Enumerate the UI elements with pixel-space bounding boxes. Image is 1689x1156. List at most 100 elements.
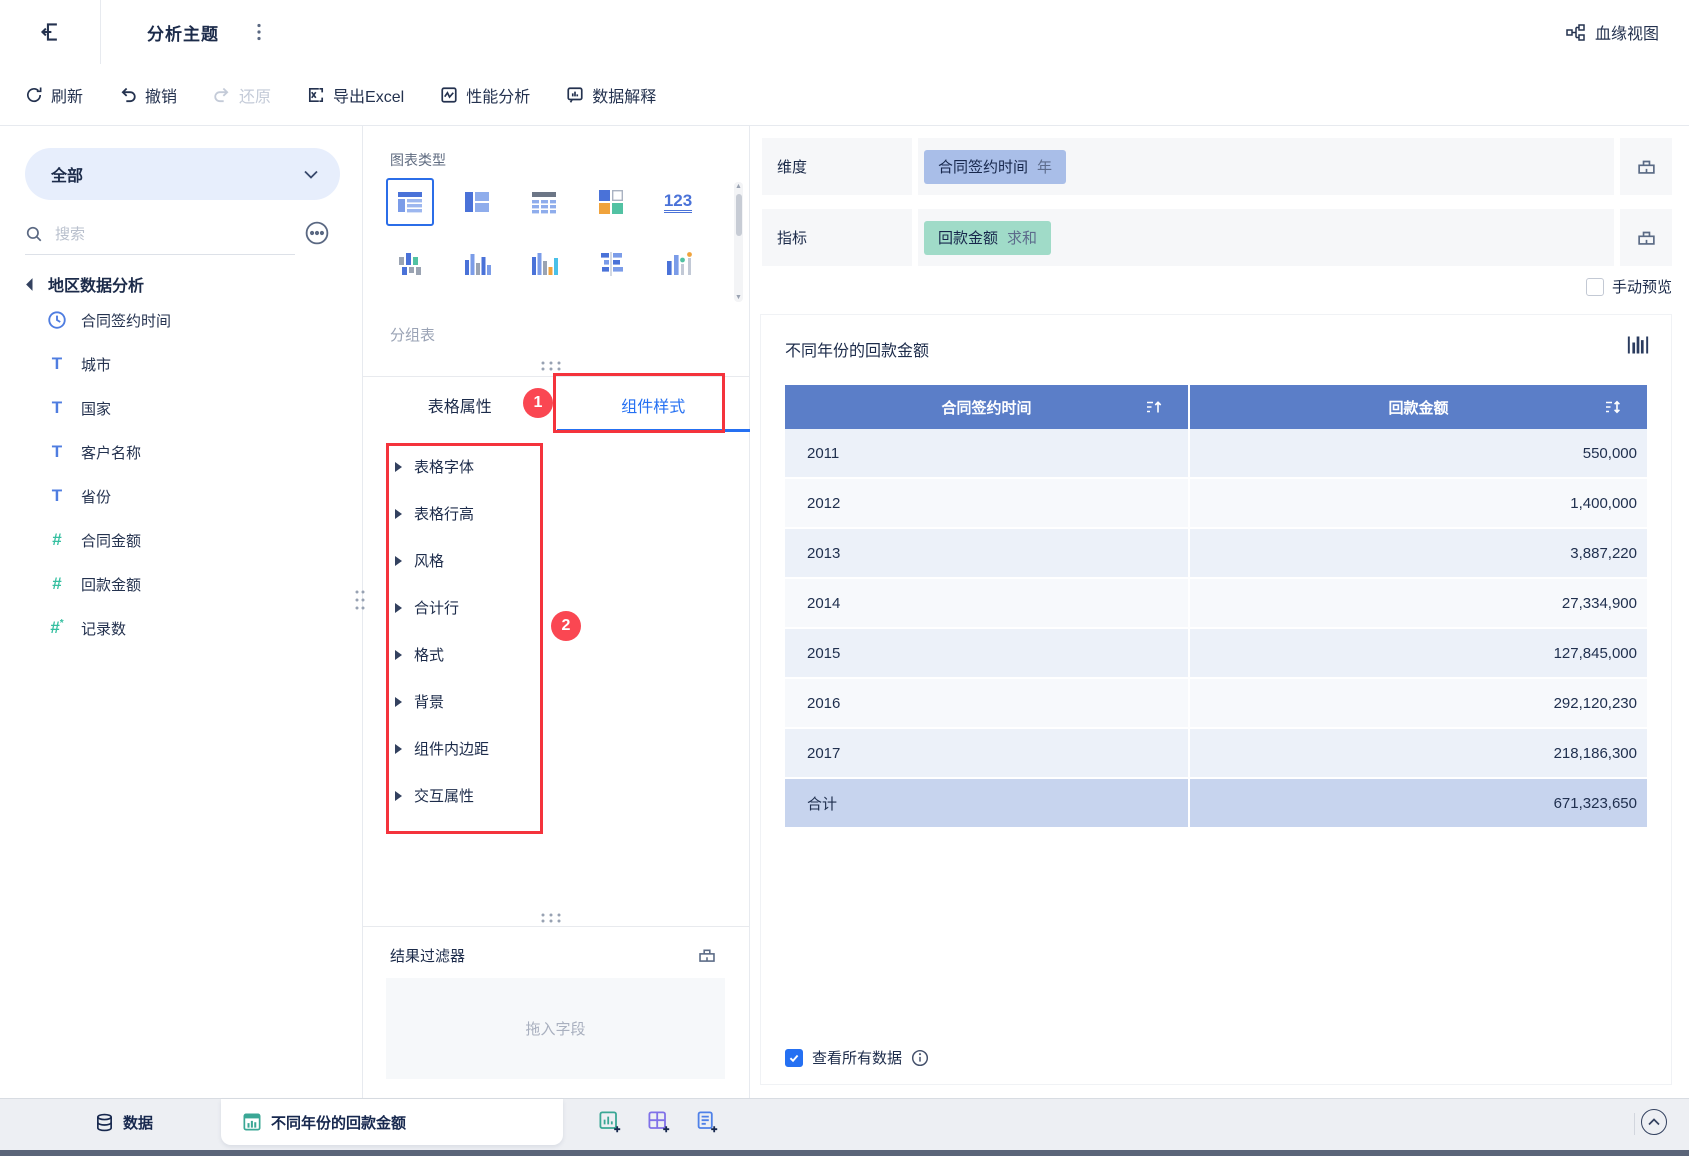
scroll-up-icon: ▲ (735, 183, 742, 190)
add-report-icon[interactable] (695, 1110, 719, 1134)
switch-chart-icon[interactable] (1627, 335, 1649, 355)
field-item-number[interactable]: # 回款金额 (0, 562, 363, 606)
field-sidebar: 全部 地区数据分析 合同签约时间 (0, 126, 363, 1098)
data-explain-icon (566, 86, 584, 104)
measure-tray[interactable]: 回款金额 求和 (918, 209, 1614, 266)
table-row[interactable]: 2013 3,887,220 (785, 529, 1647, 579)
field-options-icon[interactable] (304, 220, 330, 246)
field-item-text[interactable]: T 城市 (0, 342, 363, 386)
annotation-step-2: 2 (551, 611, 581, 641)
table-row[interactable]: 2014 27,334,900 (785, 579, 1647, 629)
panel-drag-handle[interactable] (539, 360, 563, 372)
exit-button[interactable] (0, 0, 100, 64)
excel-icon (307, 86, 325, 104)
lock-icon[interactable] (698, 947, 716, 963)
text-field-icon: T (51, 486, 63, 505)
view-all-checkbox[interactable] (785, 1048, 803, 1067)
lineage-view-button[interactable]: 血缘视图 (1566, 0, 1659, 64)
field-item-text[interactable]: T 客户名称 (0, 430, 363, 474)
filter-drag-handle[interactable] (539, 912, 563, 924)
title-more-menu[interactable] (257, 23, 261, 41)
measure-label: 指标 (762, 209, 912, 266)
table-row[interactable]: 2011 550,000 (785, 429, 1647, 479)
search-input[interactable] (53, 224, 247, 244)
sheet-tab-active[interactable]: 不同年份的回款金额 (221, 1099, 563, 1145)
sheet-tab-label: 不同年份的回款金额 (271, 1114, 407, 1132)
chart-type-combo[interactable] (654, 240, 702, 288)
selected-chart-name: 分组表 (390, 327, 436, 344)
chart-type-bar-multicolor[interactable] (520, 240, 568, 288)
dimension-pill[interactable]: 合同签约时间 年 (924, 149, 1067, 184)
chart-type-grid: 123 (386, 178, 722, 302)
expand-arrow-icon (395, 743, 402, 754)
column-header-amount[interactable]: 回款金额 (1190, 385, 1647, 429)
chart-type-scatter-bar[interactable] (386, 240, 434, 288)
chart-config-panel: 图表类型 123 ▲ ▼ 分组表 表格属性 组件样式 1 表格字体 表格行高 风… (355, 126, 751, 1098)
view-all-label: 查看所有数据 (812, 1050, 903, 1067)
sort-asc-icon[interactable] (1146, 400, 1162, 414)
table-row[interactable]: 2017 218,186,300 (785, 729, 1647, 779)
redo-button[interactable]: 还原 (213, 83, 271, 107)
scrollbar-thumb[interactable] (735, 194, 742, 236)
data-tab[interactable]: 数据 (95, 1099, 153, 1145)
chart-type-cross-table[interactable] (453, 178, 501, 226)
expand-arrow-icon (395, 602, 402, 613)
style-item-row-height[interactable]: 表格行高 (363, 490, 750, 537)
sort-both-icon[interactable] (1605, 400, 1621, 414)
field-item-text[interactable]: T 国家 (0, 386, 363, 430)
performance-analysis-button[interactable]: 性能分析 (440, 83, 530, 107)
field-item-number[interactable]: # 合同金额 (0, 518, 363, 562)
annotation-step-1: 1 (523, 388, 553, 418)
expand-arrow-icon (395, 508, 402, 519)
undo-button[interactable]: 撤销 (119, 83, 177, 107)
field-item-text[interactable]: T 省份 (0, 474, 363, 518)
measure-pill[interactable]: 回款金额 求和 (924, 220, 1052, 255)
manual-preview-label: 手动预览 (1611, 279, 1672, 296)
chart-type-blocks[interactable] (587, 178, 635, 226)
style-item-interaction[interactable]: 交互属性 (363, 772, 750, 819)
export-excel-button[interactable]: 导出Excel (307, 83, 404, 107)
field-item-count[interactable]: # * 记录数 (0, 606, 363, 650)
text-field-icon: T (51, 398, 63, 417)
refresh-icon (25, 86, 43, 104)
field-item-date[interactable]: 合同签约时间 (0, 298, 363, 342)
result-filter-dropzone[interactable]: 拖入字段 (386, 978, 725, 1079)
lineage-label: 血缘视图 (1594, 26, 1659, 43)
filter-section-divider (363, 926, 750, 927)
column-header-date[interactable]: 合同签约时间 (785, 385, 1191, 429)
table-row[interactable]: 2012 1,400,000 (785, 479, 1647, 529)
measure-lock-button[interactable] (1620, 209, 1672, 266)
collapse-bar-button[interactable] (1641, 1109, 1667, 1135)
tab-component-style[interactable]: 组件样式 (556, 377, 751, 432)
chart-type-bar[interactable] (453, 240, 501, 288)
add-dashboard-icon[interactable] (647, 1110, 671, 1134)
kpi-123-icon: 123 (663, 191, 693, 213)
chart-type-horizontal-bar[interactable] (587, 240, 635, 288)
style-item-padding[interactable]: 组件内边距 (363, 725, 750, 772)
chart-type-title: 图表类型 (390, 152, 446, 168)
scope-selector[interactable]: 全部 (25, 148, 340, 200)
style-item-table-font[interactable]: 表格字体 (363, 443, 750, 490)
info-icon[interactable] (911, 1049, 929, 1067)
table-row[interactable]: 2015 127,845,000 (785, 629, 1647, 679)
add-component-icon[interactable] (598, 1110, 622, 1134)
dimension-tray[interactable]: 合同签约时间 年 (918, 138, 1614, 195)
chart-type-detail-table[interactable] (520, 178, 568, 226)
tree-root-label: 地区数据分析 (48, 278, 145, 295)
chart-type-kpi[interactable]: 123 (654, 178, 702, 226)
style-item-style[interactable]: 风格 (363, 537, 750, 584)
table-total-row: 合计 671,323,650 (785, 779, 1647, 829)
style-item-background[interactable]: 背景 (363, 678, 750, 725)
manual-preview-checkbox[interactable] (1585, 277, 1604, 296)
expand-arrow-icon (395, 696, 402, 707)
data-explain-button[interactable]: 数据解释 (566, 83, 656, 107)
sidebar-resize-handle[interactable] (354, 588, 366, 612)
chart-type-group-table[interactable] (386, 178, 434, 226)
dimension-lock-button[interactable] (1620, 138, 1672, 195)
number-field-icon: # (52, 530, 62, 549)
refresh-button[interactable]: 刷新 (25, 83, 83, 107)
performance-icon (440, 86, 458, 104)
chart-type-scrollbar[interactable]: ▲ ▼ (734, 182, 743, 302)
table-row[interactable]: 2016 292,120,230 (785, 679, 1647, 729)
tree-node-dataset[interactable]: 地区数据分析 (0, 268, 363, 300)
